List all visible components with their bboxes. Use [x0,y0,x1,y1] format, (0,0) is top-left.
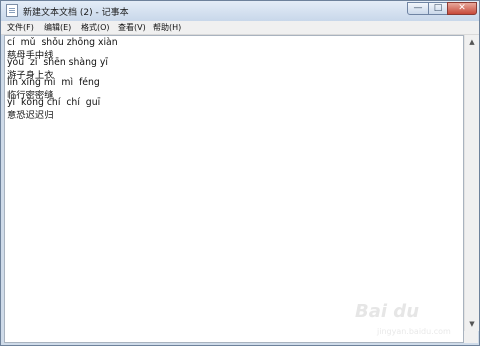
maximize-button[interactable]: □ [428,2,448,15]
menu-bar: 文件(F) 编辑(E) 格式(O) 查看(V) 帮助(H) [1,21,479,35]
watermark-logo: Bai du [355,301,420,322]
text-editor[interactable]: cí mǔ shǒu zhōng xiàn 慈母手中线 yóu zǐ shēn … [4,35,464,343]
menu-help[interactable]: 帮助(H) [153,22,181,33]
menu-view[interactable]: 查看(V) [118,22,146,33]
text-line: 意恐迟迟归 [7,110,54,121]
watermark-url: jingyan.baidu.com [377,327,451,336]
notepad-icon [6,4,18,17]
menu-format[interactable]: 格式(O) [81,22,110,33]
menu-file[interactable]: 文件(F) [7,22,34,33]
menu-edit[interactable]: 编辑(E) [44,22,71,33]
vertical-scrollbar[interactable]: ▲ ▼ [464,35,479,331]
notepad-window: 新建文本文档 (2) - 记事本 — □ ✕ 文件(F) 编辑(E) 格式(O)… [0,0,480,346]
title-bar[interactable]: 新建文本文档 (2) - 记事本 — □ ✕ [1,1,479,21]
scroll-down-icon[interactable]: ▼ [465,317,479,331]
resize-grip[interactable] [464,331,478,343]
scroll-up-icon[interactable]: ▲ [465,35,479,49]
minimize-button[interactable]: — [407,2,429,15]
window-title: 新建文本文档 (2) - 记事本 [23,8,129,18]
close-button[interactable]: ✕ [447,2,477,15]
